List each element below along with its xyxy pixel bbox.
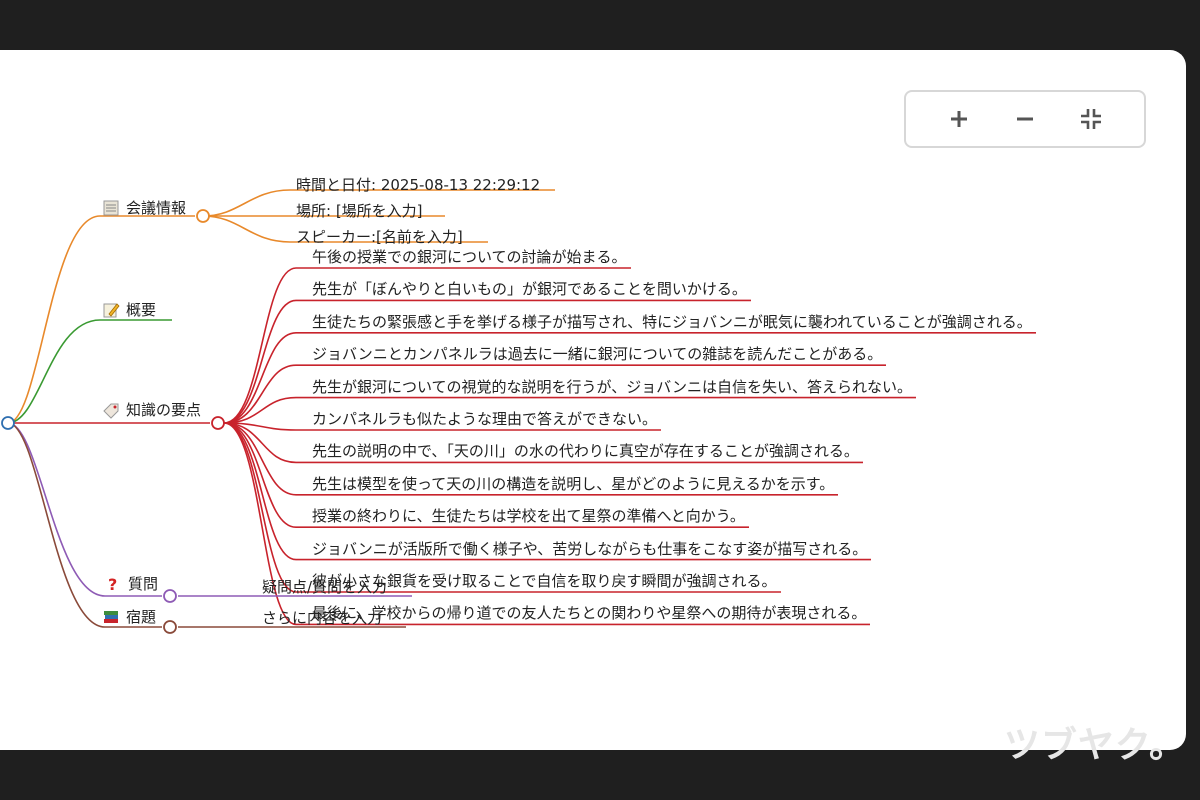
branch-summary-label: 概要 [126,301,157,319]
branch-summary[interactable]: 概要 [102,300,156,320]
branch-points[interactable]: 知識の要点 [102,400,201,420]
points-node [211,416,225,430]
label-icon [103,403,119,419]
point-item[interactable]: 生徒たちの緊張感と手を挙げる様子が描写され、特にジョバンニが眠気に襲われているこ… [312,313,1032,331]
books-icon [104,611,118,623]
point-item[interactable]: 午後の授業での銀河についての討論が始まる。 [312,248,627,266]
branch-points-label: 知識の要点 [126,401,202,419]
minus-icon [1017,117,1033,121]
plus-icon [951,111,967,127]
info-item[interactable]: スピーカー:[名前を入力] [296,228,463,246]
point-item[interactable]: 先生は模型を使って天の川の構造を説明し、星がどのように見えるかを示す。 [312,475,834,493]
root-node [1,416,15,430]
point-item[interactable]: 彼が小さな銀貨を受け取ることで自信を取り戻す瞬間が強調される。 [312,572,777,590]
question-icon: ? [108,575,117,593]
branch-questions-label: 質問 [128,575,159,593]
connector-questions [7,422,162,597]
info-item[interactable]: 時間と日付: 2025-08-13 22:29:12 [296,176,540,194]
point-item[interactable]: 先生の説明の中で、「天の川」の水の代わりに真空が存在することが強調される。 [312,442,859,460]
branch-info-label: 会議情報 [126,199,187,217]
notepad-icon [103,200,119,216]
point-item[interactable]: 最後に、学校からの帰り道での友人たちとの関わりや星祭への期待が表現される。 [312,604,866,622]
homework-node [163,620,177,634]
svg-text:?: ? [108,575,117,593]
zoom-out-button[interactable] [1005,99,1045,139]
branch-info[interactable]: 会議情報 [102,198,186,218]
point-item[interactable]: ジョバンニが活版所で働く様子や、苦労しながらも仕事をこなす姿が描写される。 [312,540,867,558]
point-item[interactable]: 先生が銀河についての視覚的な説明を行うが、ジョバンニは自信を失い、答えられない。 [312,378,912,396]
point-item[interactable]: 授業の終わりに、生徒たちは学校を出て星祭の準備へと向かう。 [312,507,745,525]
collapse-icon [1081,109,1101,129]
info-item[interactable]: 場所: [場所を入力] [296,202,423,220]
fit-view-button[interactable] [1071,99,1111,139]
info-node [196,209,210,223]
point-item[interactable]: カンパネルラも似たような理由で答えができない。 [312,410,657,428]
point-item[interactable]: ジョバンニとカンパネルラは過去に一緒に銀河についての雑誌を読んだことがある。 [312,345,882,363]
memo-icon [103,303,120,318]
zoom-in-button[interactable] [939,99,979,139]
branch-homework-label: 宿題 [126,608,157,626]
watermark-logo: ツブヤク。 [1003,725,1186,766]
mindmap-canvas[interactable]: 会議情報 概要 知識の要点 ? 質問 宿題 時間と日付: 2025-08-13 … [0,50,1186,750]
zoom-controls [904,90,1146,148]
branch-questions[interactable]: ? 質問 [104,574,158,594]
questions-node [163,589,177,603]
branch-homework[interactable]: 宿題 [102,607,156,627]
point-item[interactable]: 先生が「ぼんやりと白いもの」が銀河であることを問いかける。 [312,280,747,298]
